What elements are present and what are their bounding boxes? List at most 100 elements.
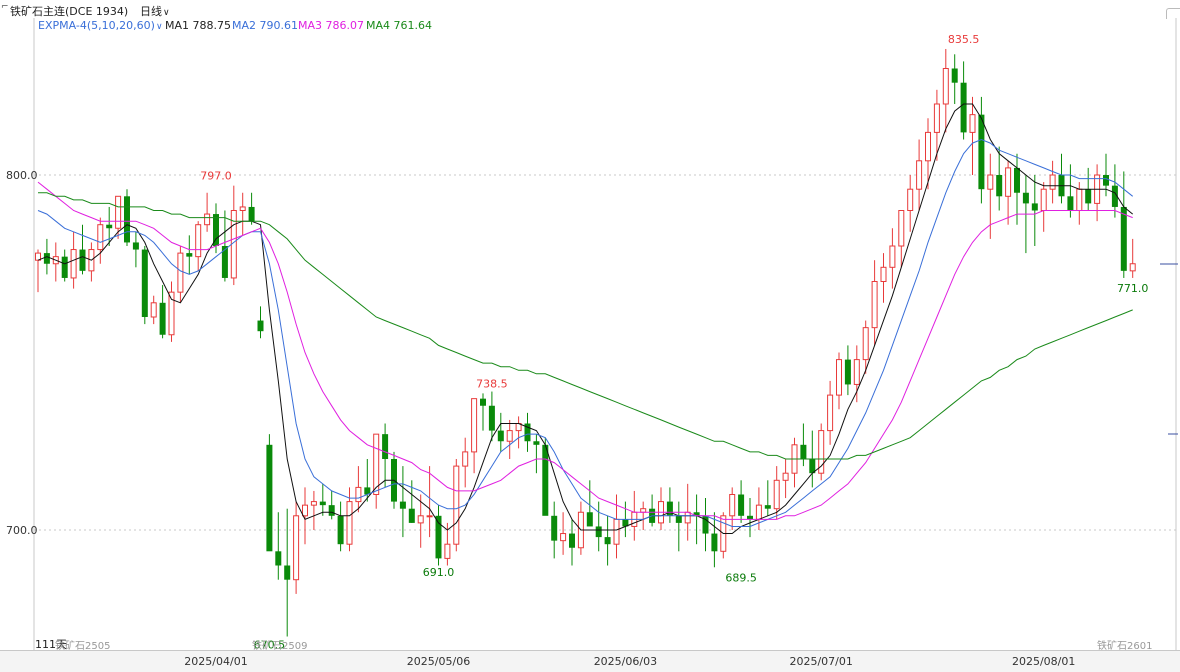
- candle-body: [889, 245, 896, 268]
- candle-body: [408, 508, 415, 523]
- candle-body: [764, 505, 771, 509]
- candle-body: [79, 249, 86, 271]
- candle-body: [560, 533, 567, 542]
- candle-body: [132, 242, 139, 250]
- instrument-bar: ⌐ 铁矿石主连(DCE 1934) 日线∨: [0, 0, 1180, 19]
- candle-body: [426, 515, 433, 518]
- candle-body: [782, 472, 789, 481]
- ma1-legend: MA1 788.75: [165, 19, 231, 32]
- ma-line-ma2: [37, 138, 1134, 527]
- candle-body: [551, 515, 558, 541]
- candle-body: [853, 359, 860, 385]
- price-annotation: 771.0: [1117, 282, 1149, 295]
- candle-body: [106, 224, 113, 229]
- candle-body: [862, 327, 869, 361]
- candle-body: [836, 359, 842, 396]
- y-tick-label: 800.0: [6, 169, 38, 182]
- candle-body: [871, 281, 878, 329]
- candle-body: [293, 515, 300, 581]
- candle-body: [195, 224, 202, 258]
- ma2-legend: MA2 790.61: [232, 19, 298, 32]
- candle-body: [1085, 189, 1092, 204]
- ma3-legend: MA3 786.07: [298, 19, 364, 32]
- candle-body: [319, 501, 326, 506]
- candle-body: [1031, 203, 1038, 211]
- ma1-legend-label: MA1: [165, 19, 190, 32]
- candle-body: [586, 512, 593, 527]
- candle-body: [310, 501, 317, 506]
- candle-body: [480, 398, 486, 406]
- candle-body: [186, 253, 193, 257]
- instrument-title: 铁矿石主连(DCE 1934): [10, 5, 129, 18]
- candle-body: [818, 430, 825, 474]
- candle-body: [43, 253, 50, 264]
- candle-body: [898, 210, 905, 247]
- x-tick-label: 2025/06/03: [593, 655, 658, 668]
- candle-body: [755, 504, 762, 520]
- candle-body: [827, 394, 834, 432]
- candle-body: [1005, 167, 1012, 197]
- x-tick-label: 2025/04/01: [184, 655, 248, 668]
- candle-body: [800, 444, 807, 459]
- candle-body: [497, 430, 504, 442]
- price-annotation: 691.0: [423, 566, 455, 579]
- ma4-legend-label: MA4: [366, 19, 391, 32]
- candle-body: [880, 266, 887, 282]
- ma3-legend-value: 786.07: [325, 19, 365, 32]
- candle-body: [1040, 188, 1047, 211]
- candle-body: [239, 206, 246, 211]
- price-annotation: 738.5: [476, 377, 508, 390]
- candle-body: [248, 206, 255, 222]
- candle-body: [444, 543, 451, 559]
- candle-body: [1129, 263, 1136, 272]
- candle-body: [684, 511, 691, 524]
- candle-body: [533, 441, 540, 445]
- candle-body: [284, 565, 291, 580]
- candle-body: [595, 526, 602, 538]
- candle-body: [488, 405, 495, 431]
- candle-body: [613, 518, 620, 545]
- period-label: 日线: [140, 5, 162, 18]
- candle-body: [1049, 174, 1056, 190]
- candle-body: [978, 114, 985, 190]
- candle-body: [925, 131, 931, 162]
- ma4-legend: MA4 761.64: [366, 19, 432, 32]
- chevron-down-icon: ∨: [155, 22, 163, 32]
- candle-body: [70, 249, 77, 279]
- candle-body: [177, 252, 184, 293]
- period-selector[interactable]: 日线∨: [140, 3, 170, 19]
- corner-icon: ⌐: [1, 2, 9, 12]
- indicator-selector[interactable]: EXPMA-4(5,10,20,60)∨: [38, 19, 163, 32]
- ma2-legend-value: 790.61: [259, 19, 299, 32]
- candle-body: [1067, 196, 1074, 211]
- candle-body: [61, 256, 68, 278]
- candle-body: [1103, 175, 1109, 186]
- candle-body: [506, 430, 513, 442]
- candle-body: [1076, 188, 1083, 211]
- ma3-legend-label: MA3: [298, 19, 323, 32]
- candle-body: [346, 501, 353, 545]
- candle-body: [124, 196, 130, 243]
- candle-body: [666, 501, 673, 516]
- ma1-legend-value: 788.75: [192, 19, 232, 32]
- candle-body: [1014, 167, 1020, 193]
- candle-body: [1022, 192, 1029, 204]
- x-tick-label: 2025/07/01: [789, 655, 853, 668]
- chevron-down-icon: ∨: [163, 8, 170, 18]
- candle-body: [266, 444, 273, 552]
- candle-body: [604, 537, 611, 545]
- candle-body: [916, 160, 923, 190]
- ma-line-ma1: [37, 103, 1134, 534]
- candle-body: [675, 515, 682, 523]
- candle-body: [844, 359, 851, 385]
- candle-body: [150, 302, 157, 318]
- candle-body: [159, 302, 166, 335]
- candle-body: [213, 214, 219, 246]
- candlestick-chart: 800.0700.0797.0670.5691.0738.5689.5835.5…: [6, 18, 1178, 652]
- candle-body: [738, 494, 745, 516]
- candle-body: [141, 249, 148, 317]
- candle-body: [711, 533, 718, 552]
- ma-line-ma4: [38, 192, 1133, 460]
- candle-body: [204, 213, 211, 226]
- candle-body: [640, 508, 647, 513]
